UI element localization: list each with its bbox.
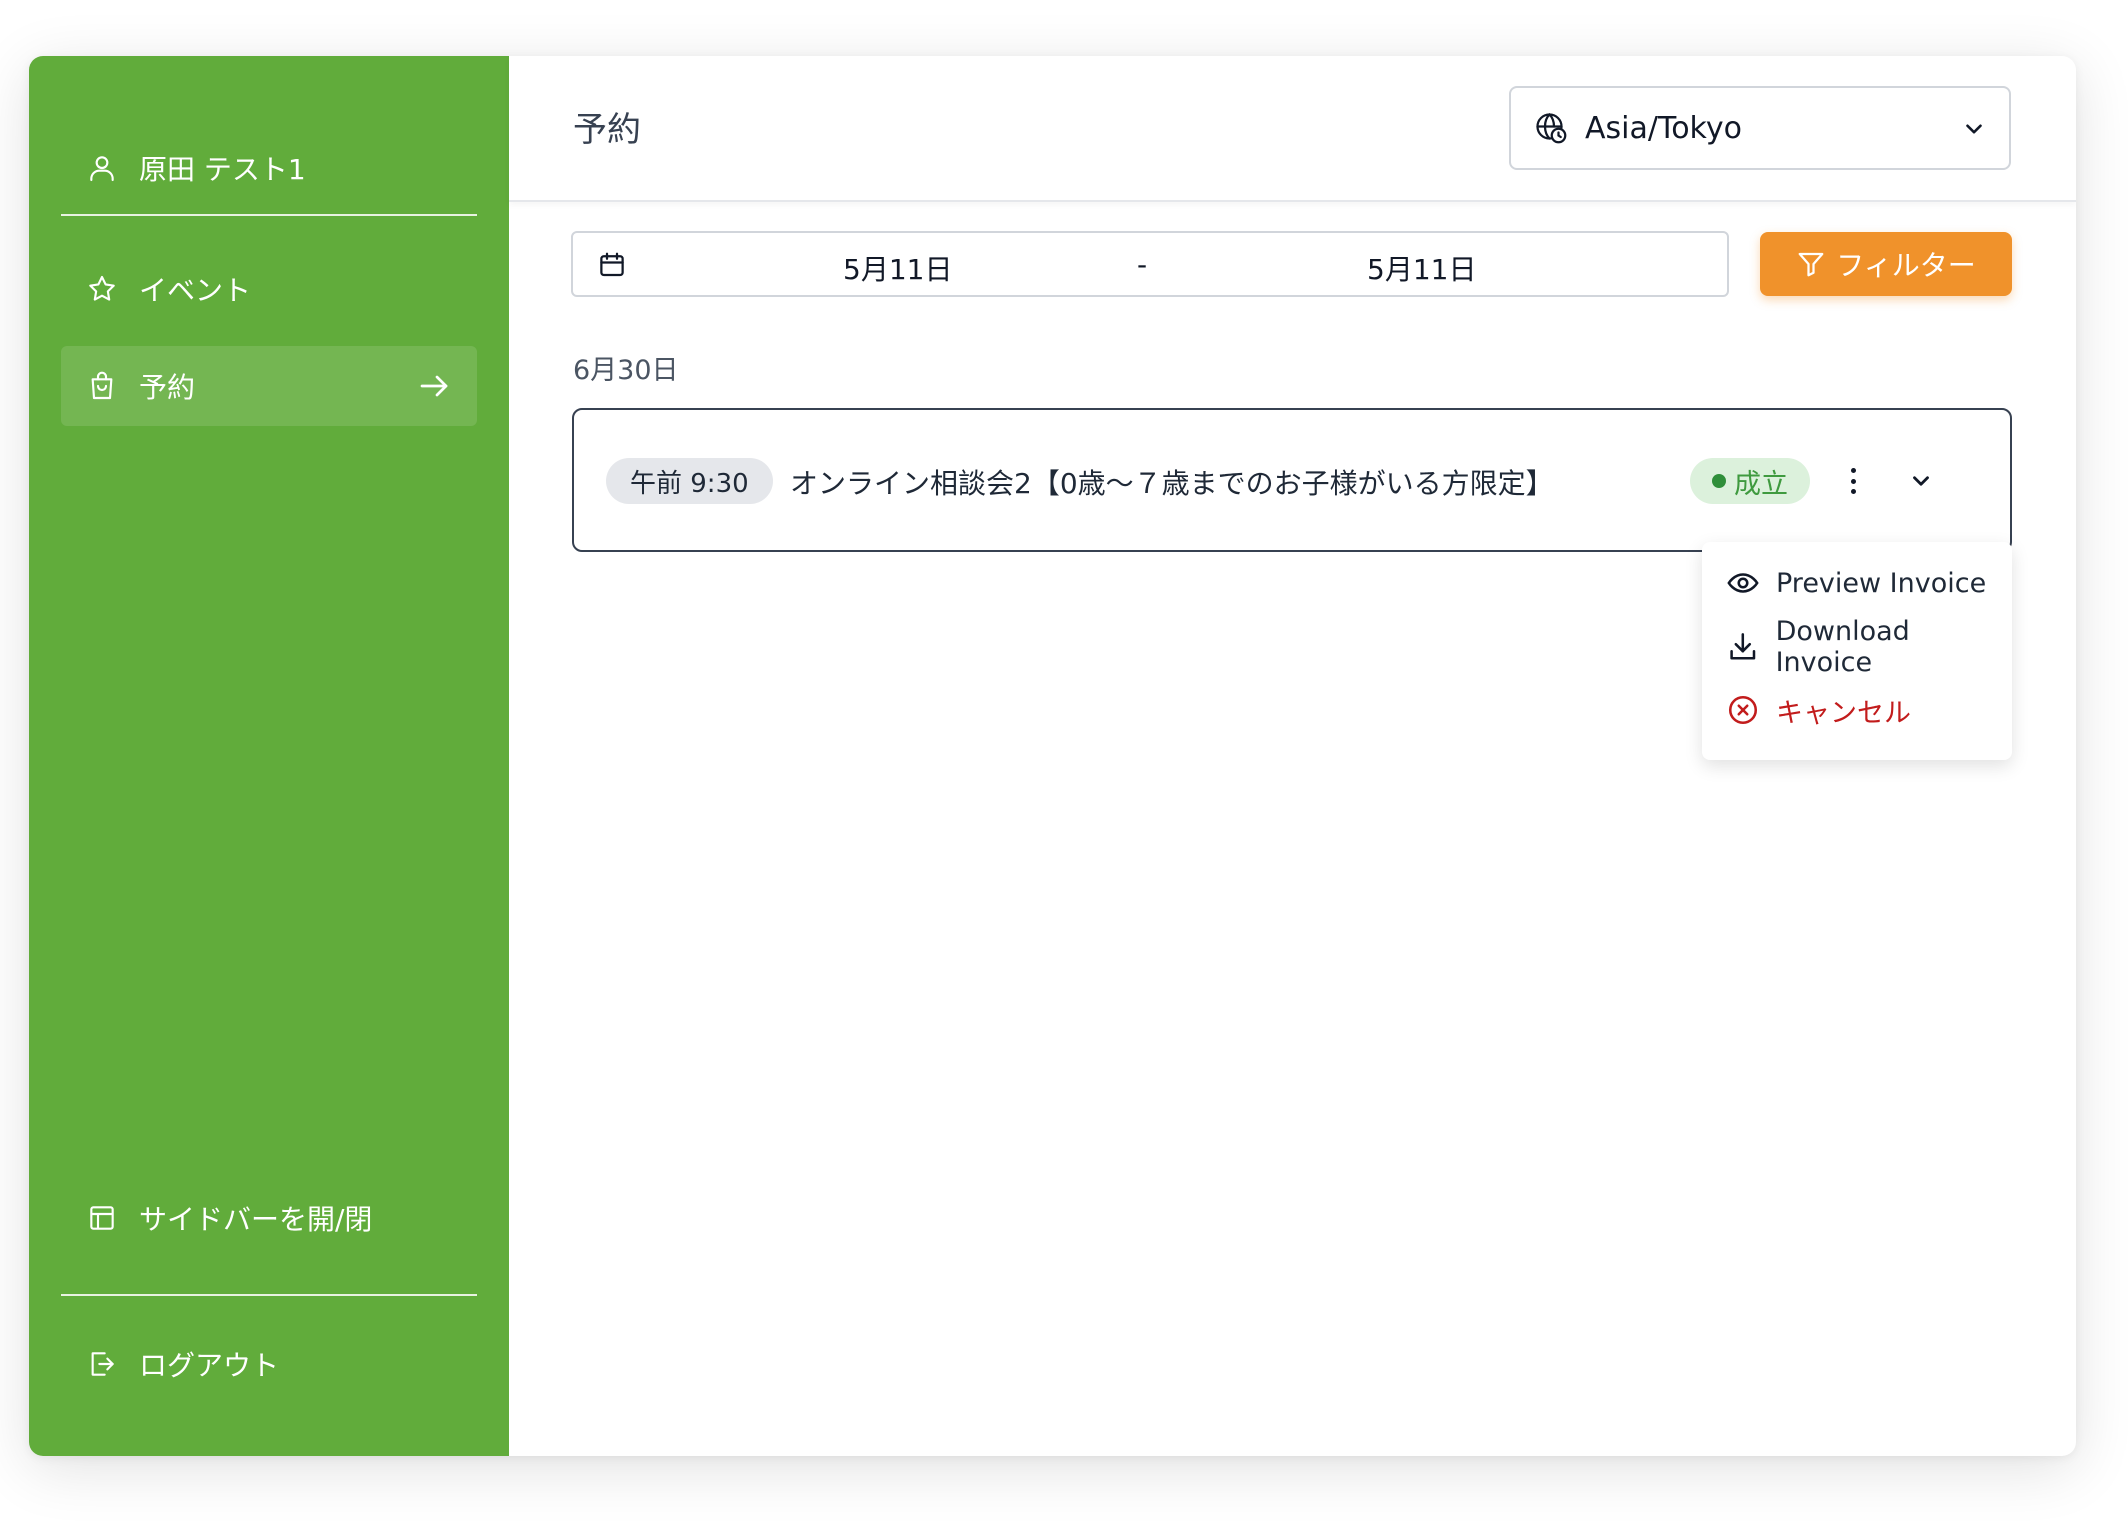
booking-group-date: 6月30日 bbox=[573, 355, 679, 386]
dot-icon bbox=[1850, 489, 1856, 494]
menu-item-label: Download Invoice bbox=[1775, 616, 1910, 678]
sidebar-item-label: イベント bbox=[139, 274, 252, 307]
filter-icon bbox=[1798, 252, 1824, 277]
chevron-down-icon bbox=[1966, 124, 1982, 134]
arrow-right-icon bbox=[420, 375, 448, 397]
sidebar-toggle-button[interactable]: サイドバーを開/閉 bbox=[61, 1178, 477, 1258]
status-dot-icon bbox=[1712, 474, 1726, 488]
shopping-bag-icon bbox=[85, 369, 119, 403]
globe-clock-icon bbox=[1536, 113, 1567, 144]
sidebar-toggle-label: サイドバーを開/閉 bbox=[139, 1203, 373, 1236]
logout-label: ログアウト bbox=[139, 1349, 280, 1382]
status-badge: 成立 bbox=[1690, 458, 1810, 504]
booking-title: オンライン相談会2【0歳～７歳までのお子様がいる方限定】 bbox=[790, 467, 1554, 500]
menu-item-download-invoice[interactable]: Download Invoice bbox=[1702, 616, 2012, 678]
date-separator: - bbox=[1137, 248, 1148, 281]
star-icon bbox=[85, 272, 119, 306]
options-menu: Preview Invoice Download Invoice キャンセル bbox=[1702, 542, 2012, 760]
top-bar: 予約 Asia/Tokyo bbox=[509, 56, 2076, 202]
filter-label: フィルター bbox=[1836, 249, 1976, 282]
menu-item-label: キャンセル bbox=[1776, 697, 1911, 729]
logout-icon bbox=[85, 1347, 119, 1381]
eye-icon bbox=[1727, 573, 1759, 593]
timezone-select[interactable]: Asia/Tokyo bbox=[1509, 86, 2011, 170]
status-label: 成立 bbox=[1734, 468, 1788, 500]
sidebar-item-bookings[interactable]: 予約 bbox=[61, 346, 477, 426]
menu-item-label: Preview Invoice bbox=[1776, 567, 1987, 599]
expand-chevron-icon[interactable] bbox=[1908, 468, 1934, 494]
sidebar-item-events[interactable]: イベント bbox=[61, 249, 477, 329]
main-content: 予約 Asia/Tokyo 5月11日 - 5月11日 フィルター 6月30日 … bbox=[509, 56, 2076, 1456]
date-end: 5月11日 bbox=[1367, 253, 1477, 286]
sidebar: 原田 テスト1 イベント 予約 サイドバーを開/閉 ログアウト bbox=[29, 56, 509, 1456]
dot-icon bbox=[1850, 468, 1856, 473]
calendar-icon bbox=[600, 252, 624, 277]
sidebar-divider bbox=[61, 1294, 477, 1296]
user-icon bbox=[85, 151, 119, 185]
user-profile[interactable]: 原田 テスト1 bbox=[61, 128, 477, 208]
cancel-circle-icon bbox=[1728, 695, 1758, 725]
logout-button[interactable]: ログアウト bbox=[61, 1324, 477, 1404]
more-options-button[interactable] bbox=[1838, 464, 1868, 498]
download-icon bbox=[1730, 633, 1756, 660]
menu-item-cancel[interactable]: キャンセル bbox=[1702, 679, 2012, 741]
user-name: 原田 テスト1 bbox=[139, 153, 306, 186]
booking-time: 午前 9:30 bbox=[606, 458, 773, 504]
sidebar-item-label: 予約 bbox=[139, 371, 196, 404]
filter-button[interactable]: フィルター bbox=[1760, 232, 2012, 296]
date-start: 5月11日 bbox=[843, 253, 953, 286]
page-title: 予約 bbox=[573, 110, 641, 150]
dot-icon bbox=[1850, 478, 1856, 484]
timezone-value: Asia/Tokyo bbox=[1585, 110, 1742, 146]
app-window: 原田 テスト1 イベント 予約 サイドバーを開/閉 ログアウト 予約 Asia/… bbox=[29, 56, 2076, 1456]
sidebar-divider bbox=[61, 214, 477, 216]
booking-card[interactable]: 午前 9:30 オンライン相談会2【0歳～７歳までのお子様がいる方限定】 成立 bbox=[572, 408, 2012, 552]
date-range-picker[interactable]: 5月11日 - 5月11日 bbox=[571, 231, 1729, 297]
menu-item-preview-invoice[interactable]: Preview Invoice bbox=[1702, 552, 2012, 614]
sidebar-layout-icon bbox=[85, 1201, 119, 1235]
